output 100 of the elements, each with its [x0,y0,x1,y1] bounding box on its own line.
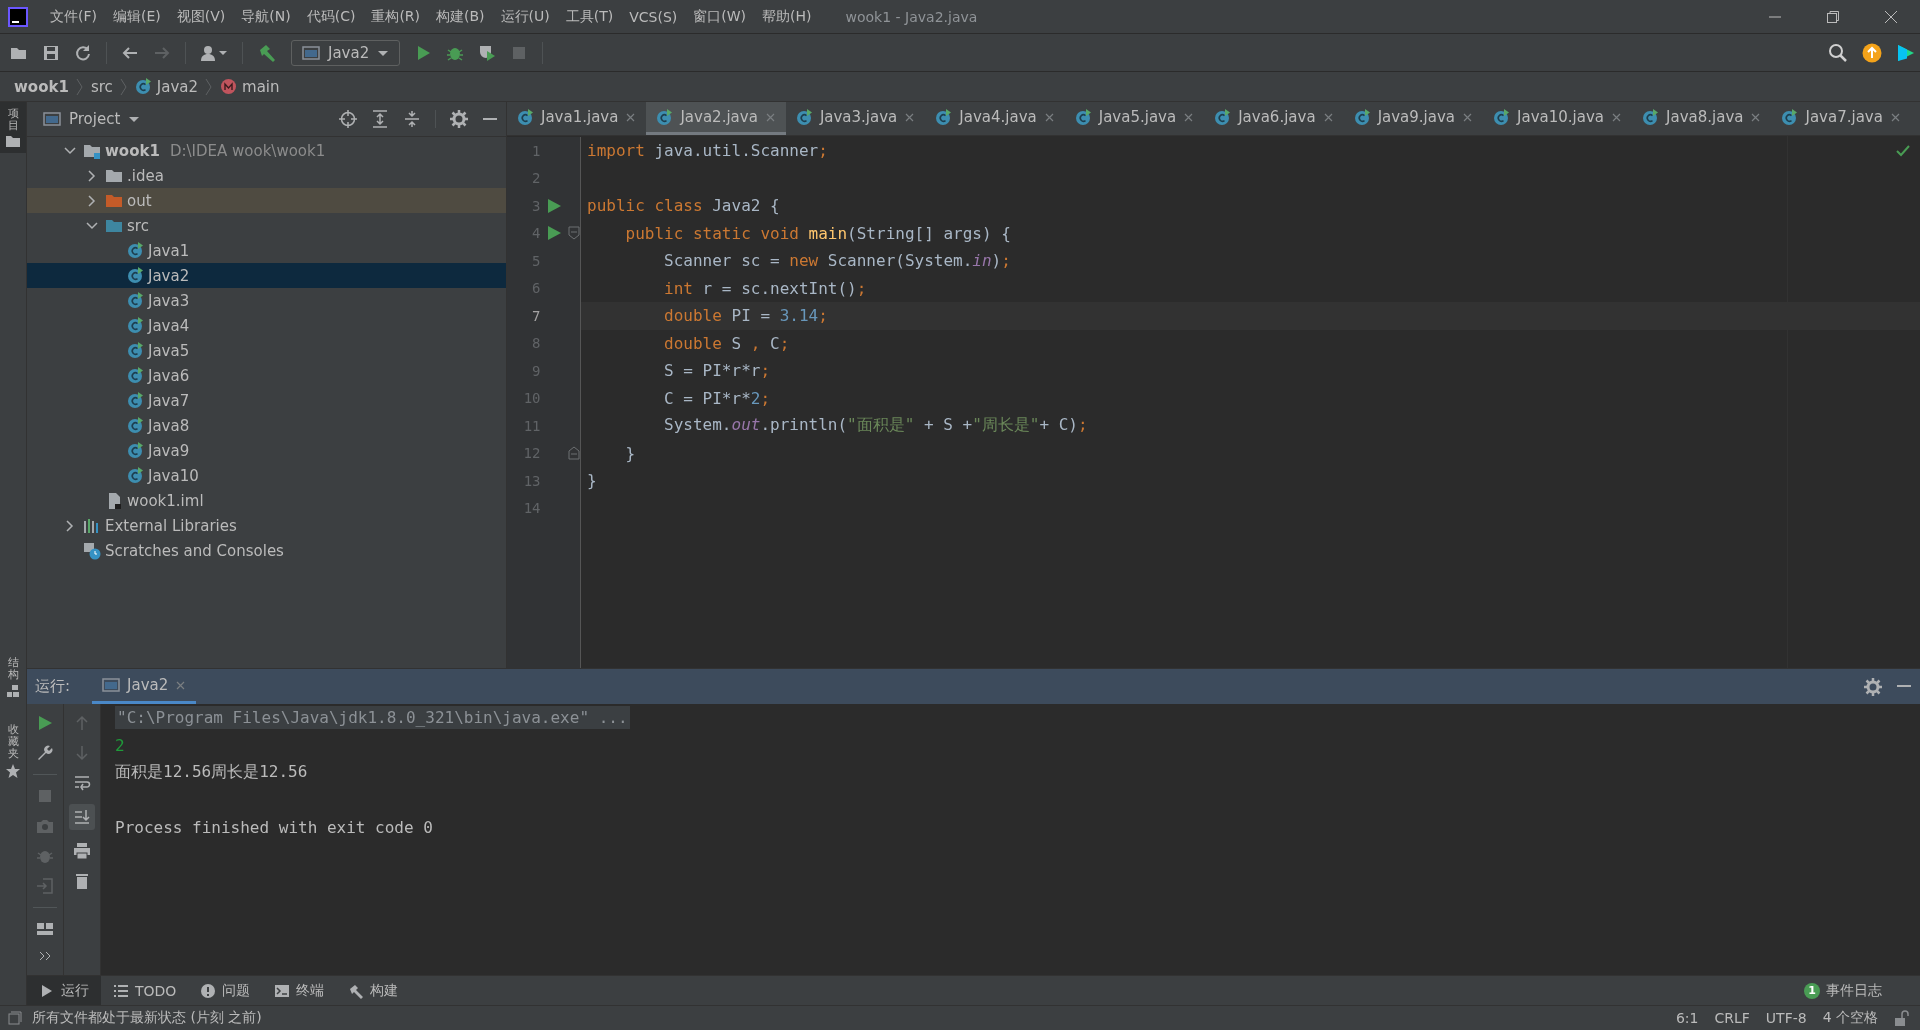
tool-window-tab[interactable]: 终端 [262,976,337,1005]
tool-window-tab[interactable]: TODO [101,976,189,1005]
editor-tab[interactable]: Java4.java [925,102,1065,135]
editor-tab[interactable]: Java10.java [1483,102,1633,135]
tree-item[interactable]: out [27,188,506,213]
tool-window-tab[interactable]: 构建 [336,976,411,1005]
user-dropdown-icon[interactable] [200,43,228,62]
expand-all-icon[interactable] [371,110,389,128]
sync-icon[interactable] [74,43,92,62]
editor-tab[interactable]: Java5.java [1064,102,1205,135]
close-icon[interactable] [1750,111,1762,123]
event-log-button[interactable]: 1 事件日志 [1804,981,1920,1000]
editor-tab[interactable]: Java3.java [785,102,926,135]
more-icon[interactable] [38,950,52,962]
editor-tab[interactable]: Java6.java [1204,102,1344,135]
tree-item[interactable]: Java4 [27,313,506,338]
close-icon[interactable] [1322,111,1334,123]
collapse-all-icon[interactable] [403,110,421,128]
code-line: int r = sc.nextInt(); [663,278,867,298]
tool-window-tab[interactable]: 问题 [188,976,263,1005]
status-item[interactable]: 6:1 [1675,1010,1699,1026]
breadcrumb-item[interactable]: Java2 [134,77,199,96]
tree-item[interactable]: Java6 [27,363,506,388]
menu-item[interactable]: 运行(U) [492,7,558,26]
tree-item[interactable]: Scratches and Consoles [27,538,506,563]
layout-icon[interactable] [36,920,54,938]
close-icon[interactable] [1183,111,1195,123]
status-item[interactable]: CRLF [1714,1010,1750,1026]
save-icon[interactable] [42,43,60,62]
tree-item[interactable]: .idea [27,163,506,188]
menu-item[interactable]: 编辑(E) [105,7,169,26]
wrench-icon[interactable] [36,744,54,762]
print-icon[interactable] [73,842,91,860]
tree-item[interactable]: External Libraries [27,513,506,538]
tool-window-button[interactable]: 结构 [0,650,26,704]
code-line: } [587,471,597,491]
close-icon[interactable] [904,111,916,123]
locate-icon[interactable] [339,110,357,128]
tree-item[interactable]: Java8 [27,413,506,438]
tree-item[interactable]: wook1 D:\IDEA wook\wook1 [27,138,506,163]
coverage-icon[interactable] [478,43,497,62]
editor-tab[interactable]: Java7.java [1771,102,1911,135]
project-view-dropdown[interactable]: Project [43,110,141,128]
panel-toggle-icon[interactable] [8,1011,22,1025]
menu-item[interactable]: 构建(B) [428,7,493,26]
settings-icon[interactable] [1864,677,1882,696]
tree-item[interactable]: Java1 [27,238,506,263]
menu-item[interactable]: 导航(N) [233,7,299,26]
tree-item[interactable]: Java7 [27,388,506,413]
menu-item[interactable]: 重构(R) [363,7,429,26]
tree-item[interactable]: Java9 [27,438,506,463]
lock-icon[interactable] [1894,1010,1910,1026]
breadcrumb-item[interactable]: main [220,77,280,96]
toolbox-logo-icon[interactable] [1896,42,1916,63]
tree-item[interactable]: src [27,213,506,238]
tree-item[interactable]: Java3 [27,288,506,313]
restore-icon[interactable] [1826,9,1840,24]
tool-window-button[interactable]: 项目 [0,102,26,154]
status-item[interactable]: UTF-8 [1765,1010,1807,1026]
soft-wrap-icon[interactable] [73,774,91,792]
search-icon[interactable] [1828,42,1848,63]
editor-tab[interactable]: Java8.java [1632,102,1772,135]
fold-icon[interactable] [568,446,580,461]
menu-item[interactable]: 文件(F) [42,7,105,26]
separator-chevron-icon [205,77,214,96]
run-marker-icon[interactable] [547,226,562,241]
tree-item[interactable]: Java2 [27,263,506,288]
menu-item[interactable]: VCS(S) [621,8,686,25]
tool-window-button[interactable]: 收藏夹 [0,717,26,785]
close-icon[interactable] [1462,111,1474,123]
close-icon[interactable] [1043,111,1055,123]
close-icon[interactable] [1889,111,1901,123]
close-icon[interactable] [1884,9,1898,24]
close-icon[interactable] [625,111,637,123]
window-icon [302,44,320,61]
rerun-icon[interactable] [36,714,54,732]
trash-icon[interactable] [73,872,91,890]
settings-icon[interactable] [450,110,468,128]
editor-tab[interactable]: Java9.java [1343,102,1484,135]
menu-item[interactable]: 工具(T) [557,7,622,26]
editor-tab[interactable]: Java2.java [646,102,786,135]
tree-item[interactable]: Java5 [27,338,506,363]
tool-window-tab[interactable]: 运行 [27,976,101,1005]
update-icon[interactable] [1862,42,1882,63]
breadcrumb-item[interactable]: src [90,77,113,96]
status-item[interactable]: 4 个空格 [1822,1009,1878,1027]
hammer-icon[interactable] [257,42,277,63]
editor-tab[interactable]: Java1.java [507,102,647,135]
run-config-dropdown[interactable]: Java2 [291,39,401,66]
tree-item[interactable]: Java10 [27,463,506,488]
breadcrumb-item[interactable]: wook1 [14,77,69,96]
menu-item[interactable]: 视图(V) [168,7,234,26]
tree-item[interactable]: wook1.iml [27,488,506,513]
run-marker-icon[interactable] [547,198,562,213]
scroll-to-end-button[interactable] [69,804,95,830]
menu-item[interactable]: 窗口(W) [685,7,755,26]
menu-item[interactable]: 帮助(H) [754,7,820,26]
fold-icon[interactable] [568,226,580,241]
menu-item[interactable]: 代码(C) [298,7,364,26]
close-icon[interactable] [1611,111,1623,123]
